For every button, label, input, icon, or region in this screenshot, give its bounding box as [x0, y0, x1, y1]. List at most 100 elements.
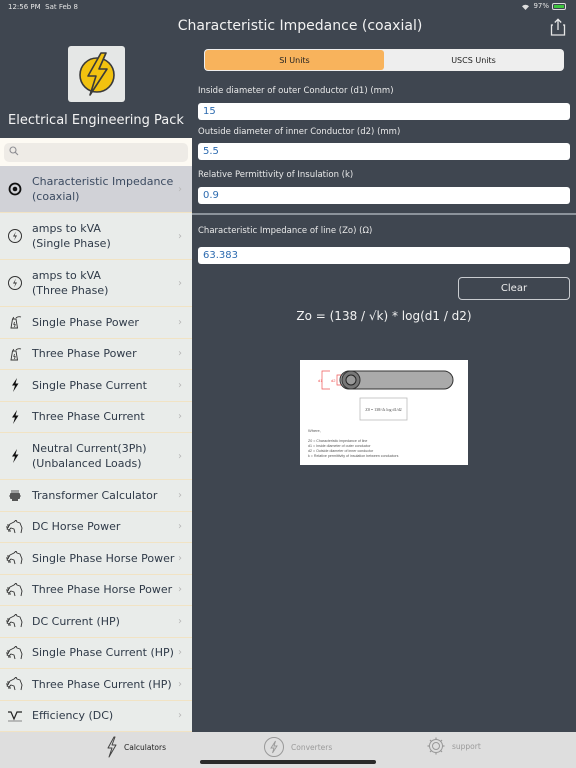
- list-item-label: Three Phase Power: [32, 347, 137, 361]
- list-item-single-phase-power[interactable]: Single Phase Power ›: [0, 307, 192, 339]
- list-item-label: Single Phase Current: [32, 378, 147, 392]
- list-item-amps-to-kva-single[interactable]: amps to kVA (Single Phase) ›: [0, 213, 192, 260]
- tab-converters[interactable]: Converters: [263, 736, 332, 758]
- calculator-list: Characteristic Impedance (coaxial) › amp…: [0, 166, 192, 732]
- list-item-transformer-calculator[interactable]: Transformer Calculator ›: [0, 480, 192, 512]
- list-item-three-phase-current[interactable]: Three Phase Current ›: [0, 402, 192, 433]
- app-name: Electrical Engineering Pack: [8, 113, 184, 128]
- units-segmented-control: SI Units USCS Units: [204, 49, 564, 71]
- tab-label: Converters: [291, 742, 333, 752]
- k-input[interactable]: [198, 187, 570, 204]
- search-field[interactable]: [4, 143, 188, 162]
- cable-inner: [345, 374, 357, 386]
- formula-text: Zo = (138 / √k) * log(d1 / d2): [296, 309, 472, 323]
- bolt-circle-icon: [8, 229, 22, 243]
- bolt-circle-icon: [264, 737, 284, 757]
- list-item-neutral-current[interactable]: Neutral Current(3Ph) (Unbalanced Loads) …: [0, 433, 192, 480]
- waveform-icon: [8, 711, 22, 722]
- chevron-right-icon: ›: [178, 647, 182, 659]
- list-item-efficiency-dc[interactable]: Efficiency (DC) ›: [0, 701, 192, 732]
- wifi-icon: [522, 4, 530, 10]
- list-item-label: Single Phase Power: [32, 315, 139, 329]
- lightning-logo-icon: [78, 52, 115, 96]
- list-item-dc-current-hp[interactable]: DC Current (HP) ›: [0, 606, 192, 638]
- battery-icon: [552, 2, 566, 10]
- where-label: Where,: [308, 428, 321, 433]
- home-indicator: [200, 760, 376, 764]
- uscs-units-tab[interactable]: USCS Units: [384, 50, 563, 70]
- chevron-right-icon: ›: [178, 450, 182, 462]
- list-item-label: Characteristic Impedance (coaxial): [32, 175, 174, 203]
- transformer-icon: [9, 490, 21, 502]
- list-item-amps-to-kva-three[interactable]: amps to kVA (Three Phase) ›: [0, 260, 192, 307]
- legend-line: d1 = Inside diameter of outer conductor: [308, 444, 371, 448]
- d2-input[interactable]: [198, 143, 570, 160]
- tab-label: support: [452, 741, 481, 751]
- power-plant-icon: [10, 347, 22, 361]
- list-item-three-phase-current-hp[interactable]: Three Phase Current (HP) ›: [0, 669, 192, 701]
- bolt-circle-icon: [8, 276, 22, 290]
- nav-bar: Characteristic Impedance (coaxial): [0, 14, 576, 42]
- chevron-right-icon: ›: [178, 379, 182, 391]
- battery-percent: 97%: [533, 2, 549, 10]
- si-units-tab[interactable]: SI Units: [205, 50, 384, 70]
- list-item-label: amps to kVA (Single Phase): [32, 222, 111, 250]
- list-item-label: DC Current (HP): [32, 614, 120, 628]
- gear-icon: [427, 737, 445, 755]
- bolt-icon: [12, 409, 19, 424]
- horse-icon: [6, 519, 23, 533]
- chevron-right-icon: ›: [178, 316, 182, 328]
- chevron-right-icon: ›: [178, 230, 182, 242]
- list-item-characteristic-impedance[interactable]: Characteristic Impedance (coaxial) ›: [0, 166, 192, 213]
- chevron-right-icon: ›: [178, 348, 182, 360]
- horse-icon: [6, 677, 23, 691]
- list-item-label: Three Phase Current: [32, 410, 145, 424]
- bolt-icon: [12, 449, 19, 463]
- power-plant-icon: [10, 316, 22, 329]
- list-item-three-phase-power[interactable]: Three Phase Power ›: [0, 339, 192, 370]
- app-logo: [68, 46, 125, 102]
- share-icon[interactable]: [550, 18, 566, 36]
- d2-label: Outside diameter of inner Conductor (d2)…: [198, 127, 401, 137]
- section-divider: [192, 213, 576, 215]
- chevron-right-icon: ›: [178, 183, 182, 195]
- horse-icon: [6, 582, 23, 596]
- sidebar: Electrical Engineering Pack Characterist…: [0, 42, 192, 732]
- list-item-label: DC Horse Power: [32, 520, 121, 534]
- list-item-single-phase-current[interactable]: Single Phase Current ›: [0, 370, 192, 402]
- diagram-formula: Z0 = 138/√k log d1/d2: [365, 407, 401, 412]
- coaxial-diagram-graphic: d1 d2 Z0 = 138/√k log d1/d2 Where, Z0 = …: [308, 370, 454, 458]
- legend-line: d2 = Outside diameter of inner conductor: [308, 449, 374, 453]
- list-item-three-phase-horse-power[interactable]: Three Phase Horse Power ›: [0, 575, 192, 606]
- result-label: Characteristic Impedance of line (Zo) (Ω…: [198, 226, 373, 236]
- d1-input[interactable]: [198, 103, 570, 120]
- list-item-dc-horse-power[interactable]: DC Horse Power ›: [0, 512, 192, 543]
- calculator-panel: SI Units USCS Units Inside diameter of o…: [192, 42, 576, 732]
- tab-calculators[interactable]: Calculators: [106, 736, 166, 758]
- search-icon: [9, 146, 19, 156]
- horse-icon: [6, 614, 23, 628]
- list-item-label: Single Phase Current (HP): [32, 646, 174, 660]
- list-item-label: Single Phase Horse Power: [32, 551, 175, 565]
- d1-label: Inside diameter of outer Conductor (d1) …: [198, 86, 394, 96]
- list-item-label: Efficiency (DC): [32, 709, 114, 723]
- chevron-right-icon: ›: [178, 411, 182, 423]
- list-item-label: Three Phase Current (HP): [32, 677, 172, 691]
- chevron-right-icon: ›: [178, 584, 182, 596]
- k-label: Relative Permittivity of Insulation (k): [198, 170, 354, 180]
- search-input[interactable]: [22, 143, 182, 162]
- chevron-right-icon: ›: [178, 615, 182, 627]
- search-bar: [0, 138, 192, 166]
- coaxial-diagram: d1 d2 Z0 = 138/√k log d1/d2 Where, Z0 = …: [300, 360, 468, 465]
- chevron-right-icon: ›: [178, 521, 182, 533]
- d2-diagram-label: d2: [331, 378, 336, 383]
- horse-icon: [6, 551, 23, 565]
- tab-support[interactable]: support: [426, 736, 481, 756]
- chevron-right-icon: ›: [178, 552, 182, 564]
- list-item-single-phase-horse-power[interactable]: Single Phase Horse Power ›: [0, 543, 192, 575]
- list-item-label: Three Phase Horse Power: [32, 583, 173, 597]
- chevron-right-icon: ›: [178, 678, 182, 690]
- clear-button[interactable]: Clear: [458, 277, 570, 300]
- tab-label: Calculators: [124, 742, 166, 752]
- list-item-single-phase-current-hp[interactable]: Single Phase Current (HP) ›: [0, 638, 192, 669]
